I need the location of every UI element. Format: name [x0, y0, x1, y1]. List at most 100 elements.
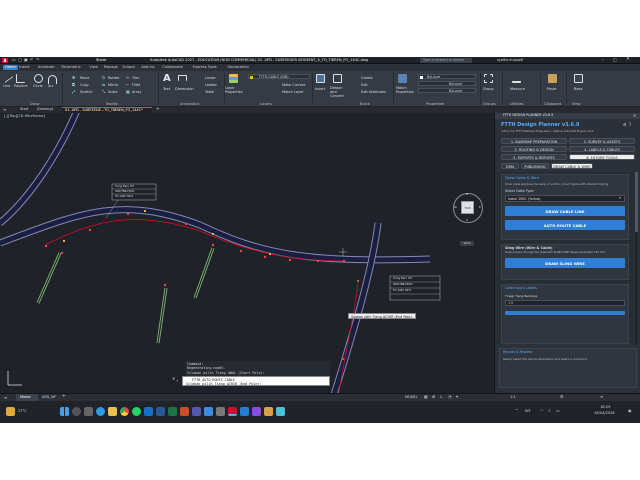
stretch-button[interactable]: Stretch — [80, 90, 93, 94]
draw-sling-wire-button[interactable]: DRAW SLING WIRE — [505, 258, 625, 268]
scale-button[interactable]: Scale — [108, 90, 117, 94]
palette-close-icon[interactable]: ✕ — [633, 113, 636, 118]
annotation-panel-label[interactable]: Annotation — [180, 102, 200, 106]
snap-icon[interactable]: ⊞ — [432, 395, 435, 399]
layers-panel-label[interactable]: Layers — [260, 102, 272, 106]
properties-panel-label[interactable]: Properties — [426, 102, 444, 106]
ribbon-tab-parametric[interactable]: Parametric — [59, 65, 82, 70]
block-panel-label[interactable]: Block — [360, 102, 370, 106]
tab-survey-assets[interactable]: 2. SURVEY & ASSETS — [569, 138, 635, 144]
palette-help-icon[interactable]: ? — [629, 123, 631, 127]
clock-date[interactable]: 16/04/2026 — [594, 411, 615, 416]
teams-icon[interactable] — [192, 407, 201, 416]
settings-icon[interactable]: ⚙ — [560, 395, 564, 399]
palette-content[interactable]: Draw Cable & Wire Draw cable polylines m… — [497, 172, 633, 344]
minimize-icon[interactable]: – — [602, 57, 604, 62]
base-button[interactable]: Base — [574, 87, 583, 91]
draw-panel-label[interactable]: Draw — [30, 102, 39, 106]
color-dropdown[interactable]: ByLayer — [418, 74, 476, 79]
ribbon-tab-collaborate[interactable]: Collaborate — [160, 65, 185, 70]
word-icon[interactable] — [156, 407, 165, 416]
paste-icon[interactable] — [548, 74, 557, 83]
ribbon-tab-insert[interactable]: Insert — [17, 65, 31, 70]
cable-type-select[interactable]: Kabel 288C (Yellow) ▾ — [505, 195, 625, 202]
tab-future-tools[interactable]: 6. FUTURE TOOLS — [569, 154, 635, 160]
cable-sag-action-button[interactable] — [505, 311, 625, 315]
app-icon[interactable] — [264, 407, 273, 416]
draw-cable-line-button[interactable]: DRAW CABLE LINE — [505, 206, 625, 216]
subtab-publishing[interactable]: PUBLISHING — [521, 163, 549, 169]
command-autocomplete[interactable]: FTTH_AUTO_ROUTE_CABLE — [192, 378, 235, 382]
add-layout-icon[interactable]: + — [62, 394, 66, 400]
save-icon[interactable]: ▣ — [24, 58, 28, 62]
match-properties-icon[interactable] — [398, 74, 407, 83]
new-icon[interactable]: ▭ — [12, 58, 16, 62]
utilities-panel-label[interactable]: Utilities — [510, 102, 524, 106]
ribbon-tab-manage[interactable]: Manage — [102, 65, 120, 70]
measure-button[interactable]: Measure — [510, 87, 525, 91]
palette-scrollbar[interactable] — [635, 172, 638, 344]
app-icon[interactable] — [276, 407, 285, 416]
line-icon[interactable] — [4, 76, 14, 83]
layer-properties-button[interactable]: Layer Properties — [225, 86, 243, 95]
circle-button[interactable]: Circle — [33, 84, 43, 88]
fillet-button[interactable]: Fillet — [132, 83, 140, 87]
group-button[interactable]: Group — [483, 87, 494, 91]
detach-convert-button[interactable]: Detach and Convert — [330, 86, 350, 99]
detach-convert-icon[interactable] — [333, 74, 342, 83]
ribbon-tab-view[interactable]: View — [87, 65, 100, 70]
tab-exports-reports[interactable]: 5. EXPORTS & REPORTS — [501, 154, 567, 160]
vscode-icon[interactable] — [240, 407, 249, 416]
undo-icon[interactable]: ↶ — [30, 58, 33, 62]
tab-basemap-preparation[interactable]: 1. BASEMAP PREPARATION — [501, 138, 567, 144]
lineweight-dropdown[interactable]: ByLayer — [418, 88, 476, 93]
battery-icon[interactable]: ▭ — [556, 409, 560, 413]
app-icon[interactable] — [252, 407, 261, 416]
insert-button[interactable]: Insert — [315, 87, 325, 91]
wcs-menu[interactable]: WCS — [460, 241, 474, 246]
command-input[interactable]: FTTH_AUTO_ROUTE_CABLE Silakan pilih Tian… — [182, 376, 330, 386]
share-button[interactable]: Share — [96, 58, 106, 63]
polar-icon[interactable]: ◔ — [448, 395, 452, 399]
match-properties-button[interactable]: Match Properties — [396, 86, 414, 95]
layer-properties-icon[interactable] — [229, 74, 238, 83]
viewcube[interactable]: TOP N S W E — [453, 193, 483, 223]
leader-button[interactable]: Leader — [205, 83, 217, 87]
autocad-logo-icon[interactable]: A — [2, 58, 8, 63]
whatsapp-icon[interactable] — [132, 407, 141, 416]
insert-block-icon[interactable] — [316, 74, 325, 83]
layout-tab-model[interactable]: Model — [16, 394, 38, 401]
text-button[interactable]: Text — [163, 87, 170, 91]
ribbon-tab-home[interactable]: Home — [3, 65, 18, 70]
edit-attributes-button[interactable]: Edit Attributes — [361, 90, 386, 94]
new-tab-icon[interactable]: + — [156, 107, 160, 113]
layout-menu-icon[interactable]: ≡ — [4, 395, 7, 400]
search-input[interactable]: Type a keyword or phrase — [420, 58, 472, 63]
tab-labels-tables[interactable]: 4. LABELS & TABLES — [569, 146, 635, 152]
close-icon[interactable]: ✕ — [626, 57, 630, 63]
redo-icon[interactable]: ↷ — [36, 58, 39, 62]
annotation-scale[interactable]: 1:1 — [510, 395, 516, 400]
ortho-icon[interactable]: ∟ — [440, 395, 443, 399]
move-button[interactable]: Move — [80, 76, 89, 80]
ribbon-tab-express-tools[interactable]: Express Tools — [191, 65, 219, 70]
paste-button[interactable]: Paste — [547, 87, 556, 91]
subtab-drm[interactable]: DRM — [501, 163, 519, 169]
task-view-icon[interactable] — [84, 407, 93, 416]
polyline-button[interactable]: Polyline — [14, 84, 28, 88]
groups-panel-label[interactable]: Groups — [483, 102, 496, 106]
text-icon[interactable]: A — [163, 74, 171, 84]
linear-button[interactable]: Linear — [205, 76, 216, 80]
viewcube-face-top[interactable]: TOP — [461, 201, 474, 214]
viewcube-west[interactable]: W — [454, 206, 457, 209]
ribbon-tab-annotate[interactable]: Annotate — [36, 65, 56, 70]
app-menu-icon[interactable]: ≡ — [3, 108, 6, 112]
notification-icon[interactable]: ◉ — [628, 409, 632, 413]
doc-tab-drawing1[interactable]: Drawing1 — [37, 108, 54, 112]
layout-tab-apd[interactable]: APD_MF — [42, 395, 56, 400]
trim-button[interactable]: Trim — [132, 76, 139, 80]
clock-time[interactable]: 18:29 — [600, 405, 610, 410]
viewcube-north[interactable]: N — [466, 193, 468, 196]
store-icon[interactable] — [216, 407, 225, 416]
viewport-controls[interactable]: [-][Top][2D Wireframe] — [4, 114, 45, 119]
